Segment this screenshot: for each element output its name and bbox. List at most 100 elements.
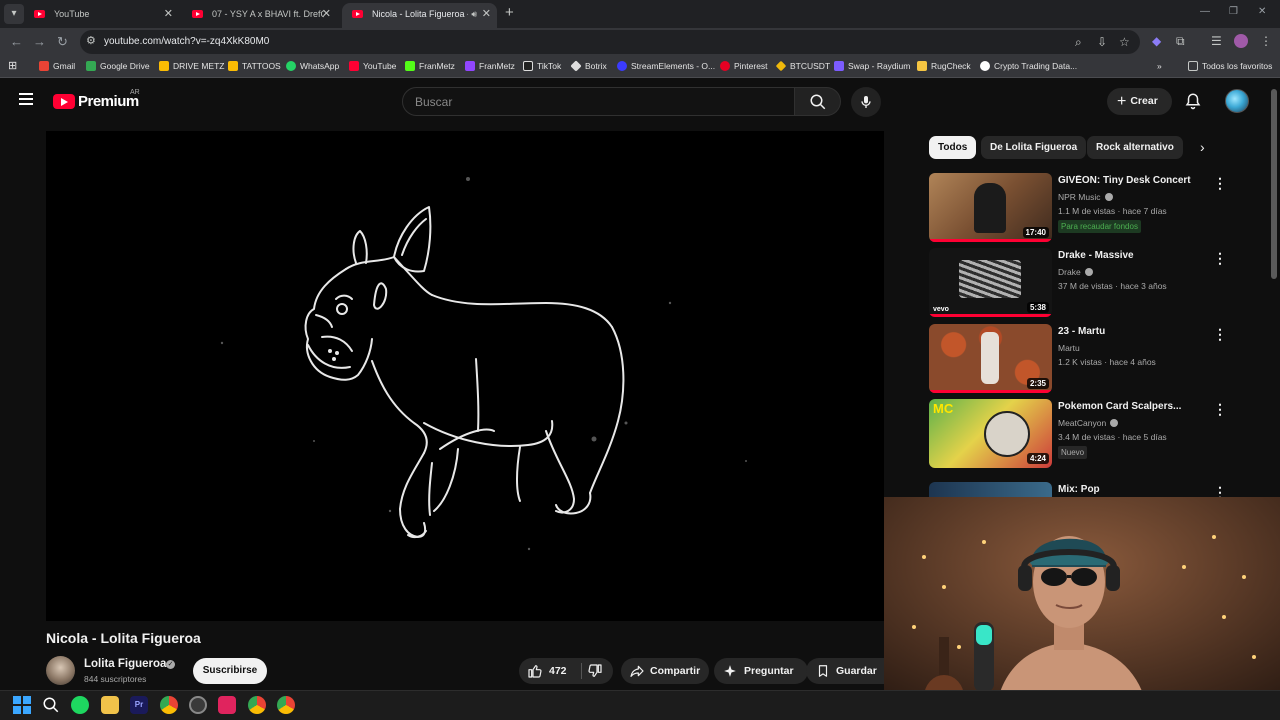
bookmark-drive-metz[interactable]: DRIVE METZ: [159, 61, 224, 71]
address-url[interactable]: youtube.com/watch?v=-zq4XkK80M0: [104, 36, 269, 47]
tab-search-button[interactable]: ▾: [4, 4, 24, 24]
apps-grid-icon[interactable]: ⊞: [8, 59, 17, 72]
browser-menu-icon[interactable]: ⋮: [1260, 34, 1272, 48]
windows-start-icon[interactable]: [13, 696, 31, 714]
page-scrollbar[interactable]: [1271, 89, 1277, 279]
subscribe-button[interactable]: Suscribirse: [193, 658, 267, 684]
recommendation-item[interactable]: 17:40 GIVĒON: Tiny Desk Concert NPR Musi…: [929, 173, 1259, 243]
video-thumbnail[interactable]: 2:35: [929, 324, 1052, 393]
recommendation-title[interactable]: Pokemon Card Scalpers...: [1058, 401, 1208, 412]
browser-tab-nicola[interactable]: Nicola - Lolita Figueroa - YouTube 🔊︎ ✕: [342, 3, 497, 28]
bookmark-google-drive[interactable]: Google Drive: [86, 61, 150, 71]
recommendation-item[interactable]: 2:35 23 - Martu Martu 1.2 K vistas · hac…: [929, 324, 1259, 394]
recommendation-channel[interactable]: Martu: [1058, 343, 1080, 353]
bookmark-tattoos[interactable]: TATTOOS: [228, 61, 281, 71]
bookmark-raydium[interactable]: Swap - Raydium: [834, 61, 910, 71]
all-bookmarks-folder[interactable]: Todos los favoritos: [1188, 61, 1272, 71]
recommendation-channel[interactable]: MeatCanyon: [1058, 418, 1119, 428]
channel-name[interactable]: Lolita Figueroa: [84, 658, 166, 670]
chrome-profile-icon[interactable]: [277, 696, 295, 714]
back-arrow-icon[interactable]: ←: [10, 34, 23, 49]
bookmark-star-icon[interactable]: ☆: [1119, 35, 1130, 49]
recommendation-item[interactable]: vevo 5:38 Drake - Massive Drake 37 M de …: [929, 248, 1259, 318]
close-tab-icon[interactable]: ✕: [164, 3, 173, 25]
bookmark-rugcheck[interactable]: RugCheck: [917, 61, 971, 71]
voice-search-button[interactable]: [851, 87, 881, 117]
file-explorer-icon[interactable]: [101, 696, 119, 714]
window-close-icon[interactable]: ✕: [1258, 6, 1266, 17]
address-bar[interactable]: ⚙︎ youtube.com/watch?v=-zq4XkK80M0 ⌕ ⇩ ☆: [80, 30, 1140, 54]
recommendation-channel[interactable]: Drake: [1058, 267, 1093, 277]
recommendation-title[interactable]: Mix: Pop: [1058, 484, 1208, 495]
account-avatar[interactable]: [1225, 89, 1249, 113]
site-info-icon[interactable]: ⚙︎: [86, 34, 96, 47]
minimize-icon[interactable]: —: [1200, 6, 1210, 17]
recommendation-title[interactable]: GIVĒON: Tiny Desk Concert: [1058, 175, 1208, 186]
video-thumbnail[interactable]: 17:40: [929, 173, 1052, 242]
forward-arrow-icon[interactable]: →: [33, 34, 46, 49]
menu-icon[interactable]: [19, 93, 33, 105]
video-thumbnail[interactable]: vevo 5:38: [929, 248, 1052, 317]
channel-avatar[interactable]: [46, 656, 75, 685]
bookmark-youtube[interactable]: YouTube: [349, 61, 396, 71]
speaker-icon[interactable]: 🔊︎: [471, 3, 477, 25]
install-app-icon[interactable]: ⇩: [1097, 35, 1107, 49]
chip-todos[interactable]: Todos: [929, 136, 977, 159]
browser-tab-youtube[interactable]: YouTube ✕: [24, 3, 179, 28]
more-options-icon[interactable]: ⋮: [1213, 401, 1227, 418]
more-options-icon[interactable]: ⋮: [1213, 326, 1227, 343]
chip-de-lolita-figueroa[interactable]: De Lolita Figueroa: [981, 136, 1087, 159]
vevo-logo: vevo: [933, 306, 949, 313]
bookmark-gmail[interactable]: Gmail: [39, 61, 75, 71]
like-button[interactable]: [527, 658, 543, 687]
recommendation-title[interactable]: Drake - Massive: [1058, 250, 1208, 261]
bookmark-franmetz-kick[interactable]: FranMetz: [405, 61, 455, 71]
bookmark-btcusdt[interactable]: BTCUSDT: [775, 60, 830, 72]
close-tab-icon[interactable]: ✕: [322, 3, 331, 25]
notifications-bell-icon[interactable]: [1184, 92, 1202, 115]
reading-list-icon[interactable]: ☰: [1211, 34, 1222, 48]
search-button[interactable]: [795, 87, 841, 116]
reload-icon[interactable]: ↻: [57, 34, 68, 50]
share-button[interactable]: Compartir: [621, 658, 709, 684]
browser-toolbar: ← → ↻ ⚙︎ youtube.com/watch?v=-zq4XkK80M0…: [0, 28, 1280, 56]
bookmark-tiktok[interactable]: TikTok: [523, 61, 561, 71]
more-options-icon[interactable]: ⋮: [1213, 250, 1227, 267]
spotify-icon[interactable]: [71, 696, 89, 714]
recommendation-item[interactable]: MC 4:24 Pokemon Card Scalpers... MeatCan…: [929, 399, 1259, 469]
save-button[interactable]: Guardar: [806, 658, 884, 684]
close-tab-icon[interactable]: ✕: [482, 3, 491, 25]
premiere-pro-icon[interactable]: Pr: [130, 696, 148, 714]
restore-icon[interactable]: ❐: [1229, 6, 1238, 17]
ask-button[interactable]: Preguntar: [714, 658, 808, 684]
bookmarks-overflow-icon[interactable]: »: [1157, 61, 1162, 71]
more-options-icon[interactable]: ⋮: [1213, 175, 1227, 192]
chrome-profile-icon[interactable]: [248, 696, 266, 714]
tiktok-live-icon[interactable]: [218, 696, 236, 714]
create-button[interactable]: + Crear: [1107, 88, 1172, 115]
extension-icon[interactable]: ◆: [1152, 34, 1161, 48]
bookmark-streamelements[interactable]: StreamElements - O...: [617, 61, 715, 71]
bookmark-crypto-trading[interactable]: Crypto Trading Data...: [980, 61, 1077, 71]
recommendation-title[interactable]: 23 - Martu: [1058, 326, 1208, 337]
dislike-button[interactable]: [587, 658, 603, 687]
zoom-icon[interactable]: ⌕: [1075, 35, 1082, 50]
new-tab-button[interactable]: +: [505, 4, 514, 21]
bookmark-whatsapp[interactable]: WhatsApp: [286, 61, 339, 71]
chrome-icon[interactable]: [160, 696, 178, 714]
browser-tab-ysy-a[interactable]: 07 - YSY A x BHAVI ft. DrefQuila ✕: [182, 3, 337, 28]
chips-next-chevron-icon[interactable]: ›: [1200, 139, 1205, 155]
search-input[interactable]: [415, 93, 775, 111]
recommendation-channel[interactable]: NPR Music: [1058, 192, 1113, 202]
video-title: Nicola - Lolita Figueroa: [46, 630, 201, 646]
puzzle-extensions-icon[interactable]: ⧉: [1176, 34, 1185, 49]
obs-icon[interactable]: [189, 696, 207, 714]
video-thumbnail[interactable]: MC 4:24: [929, 399, 1052, 468]
chip-rock-alternativo[interactable]: Rock alternativo: [1087, 136, 1183, 159]
bookmark-pinterest[interactable]: Pinterest: [720, 61, 768, 71]
video-player[interactable]: [46, 131, 884, 621]
bookmark-franmetz-twitch[interactable]: FranMetz: [465, 61, 515, 71]
search-icon[interactable]: [42, 696, 60, 714]
bookmark-botrix[interactable]: Botrix: [570, 60, 607, 72]
browser-profile-avatar[interactable]: [1234, 34, 1248, 48]
